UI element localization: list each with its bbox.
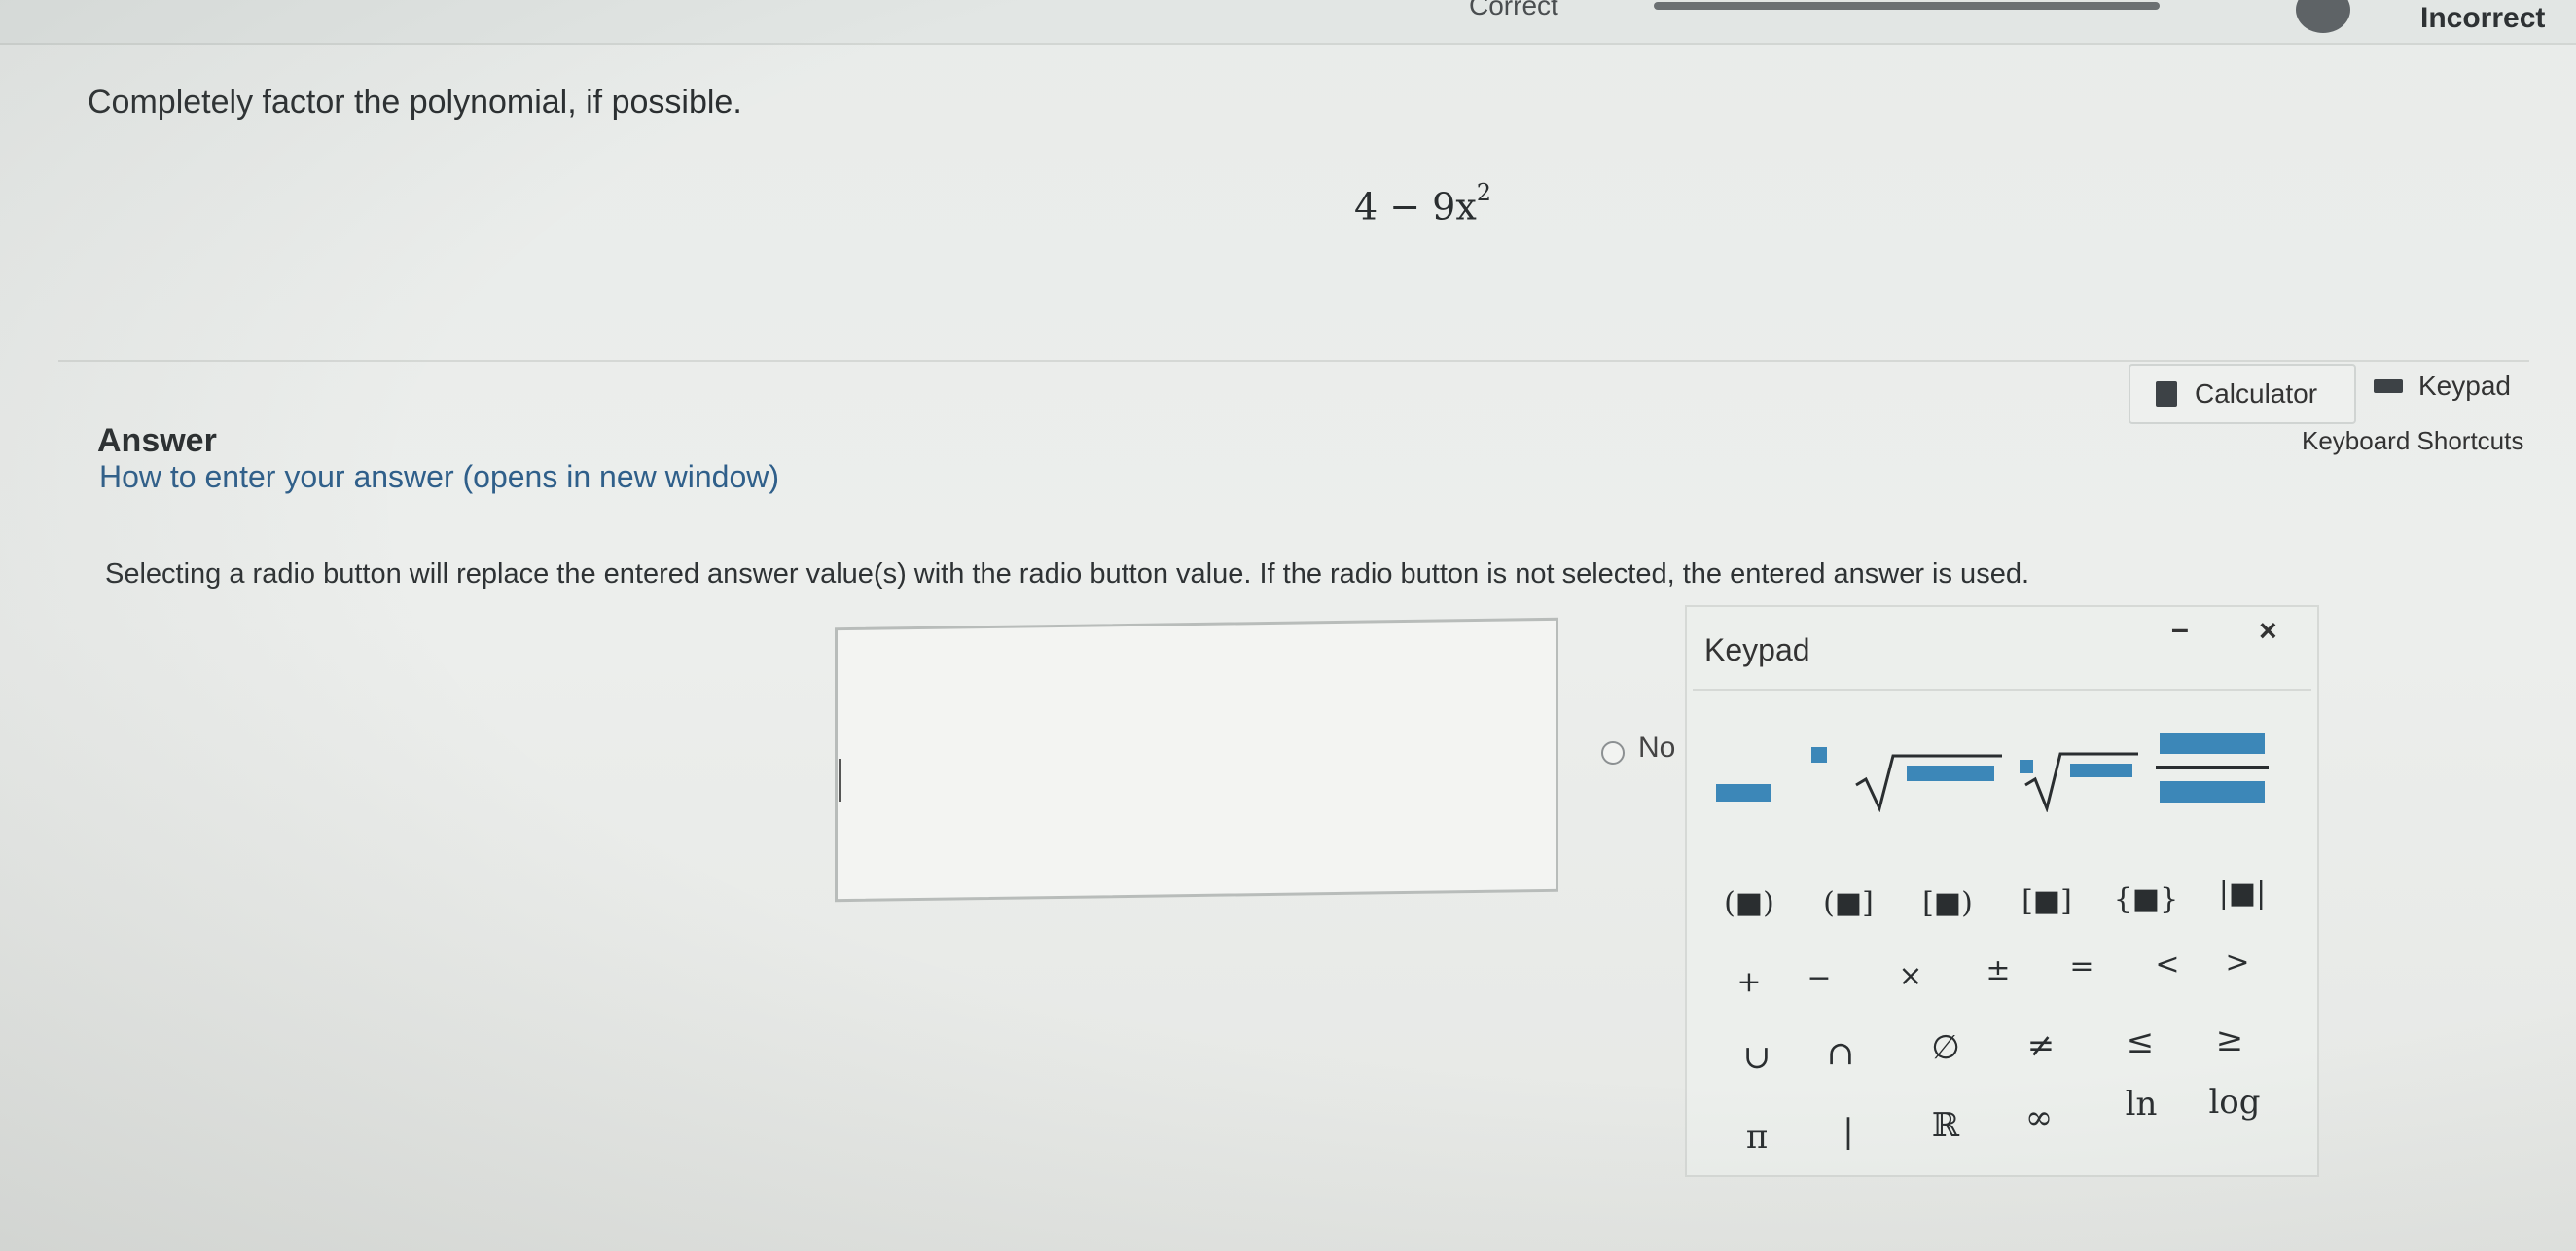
bracket-key-open-closed[interactable]: (■]: [1811, 876, 1885, 930]
calculator-button[interactable]: Calculator: [2129, 364, 2356, 424]
fraction-icon: [2156, 733, 2269, 803]
log-key[interactable]: log: [2193, 1072, 2276, 1132]
set-braces-key[interactable]: {■}: [2107, 872, 2185, 926]
base-placeholder: [1716, 784, 1771, 802]
empty-set-key[interactable]: ∅: [1916, 1019, 1975, 1076]
no-radio-label[interactable]: No: [1638, 732, 1675, 765]
real-numbers-key[interactable]: ℝ: [1916, 1095, 1975, 1156]
fraction-template-key[interactable]: [2150, 720, 2276, 817]
answer-title: Answer: [97, 422, 217, 459]
question-prompt: Completely factor the polynomial, if pos…: [88, 84, 742, 121]
bracket-key-closed-open[interactable]: [■): [1911, 876, 1985, 930]
square-root-template-key[interactable]: [1841, 735, 2016, 817]
less-than-key[interactable]: <: [2140, 940, 2195, 988]
text-caret: [839, 759, 841, 802]
nth-root-icon: [2020, 752, 2138, 812]
radio-instructions: Selecting a radio button will replace th…: [105, 558, 2030, 590]
top-bar: [0, 0, 2576, 45]
bracket-key-open-open[interactable]: (■): [1712, 876, 1786, 930]
keypad-button[interactable]: Keypad: [2374, 358, 2549, 414]
no-radio-button[interactable]: [1601, 741, 1625, 765]
how-to-enter-answer-link[interactable]: How to enter your answer (opens in new w…: [99, 459, 779, 495]
calculator-label: Calculator: [2195, 378, 2318, 409]
such-that-key[interactable]: |: [1819, 1101, 1878, 1162]
greater-than-key[interactable]: >: [2210, 938, 2265, 986]
incorrect-label: Incorrect: [2420, 2, 2546, 34]
greater-equal-key[interactable]: ≥: [2200, 1012, 2259, 1068]
keypad-label: Keypad: [2418, 371, 2511, 401]
minimize-button[interactable]: –: [2171, 611, 2189, 647]
keypad-divider: [1693, 689, 2311, 691]
calculator-icon: [2156, 381, 2177, 407]
times-key[interactable]: ×: [1883, 951, 1938, 1000]
correct-label: Correct: [1469, 0, 1558, 20]
equals-key[interactable]: =: [2055, 942, 2109, 990]
nth-root-template-key[interactable]: [2016, 735, 2142, 817]
pi-key[interactable]: π: [1728, 1107, 1786, 1167]
not-equal-key[interactable]: ≠: [2012, 1018, 2070, 1074]
plus-key[interactable]: +: [1722, 957, 1776, 1006]
section-divider: [58, 360, 2529, 362]
intersection-key[interactable]: ∩: [1811, 1025, 1870, 1082]
less-equal-key[interactable]: ≤: [2111, 1014, 2169, 1070]
exponent-placeholder: [1811, 747, 1827, 763]
union-key[interactable]: ∪: [1728, 1029, 1786, 1086]
close-button[interactable]: ×: [2259, 613, 2277, 649]
keypad-title: Keypad: [1704, 632, 1810, 667]
infinity-key[interactable]: ∞: [2010, 1088, 2068, 1148]
keyboard-shortcuts-link[interactable]: Keyboard Shortcuts: [2302, 426, 2523, 456]
progress-bar: [1654, 2, 2160, 10]
plus-minus-key[interactable]: ±: [1971, 946, 2025, 994]
ln-key[interactable]: ln: [2107, 1074, 2175, 1134]
answer-input[interactable]: [835, 617, 1558, 903]
keyboard-icon: [2374, 379, 2403, 393]
minus-key[interactable]: −: [1792, 953, 1846, 1002]
exponent-template-key[interactable]: [1712, 735, 1839, 817]
radical-icon: [1855, 754, 2002, 812]
expression-exponent: 2: [1476, 179, 1492, 206]
expression-base: 4 − 9x: [1354, 185, 1477, 229]
bracket-key-closed-closed[interactable]: [■]: [2010, 874, 2084, 928]
polynomial-expression: 4 − 9x2: [1354, 179, 1491, 229]
absolute-value-key[interactable]: |■|: [2208, 866, 2276, 920]
